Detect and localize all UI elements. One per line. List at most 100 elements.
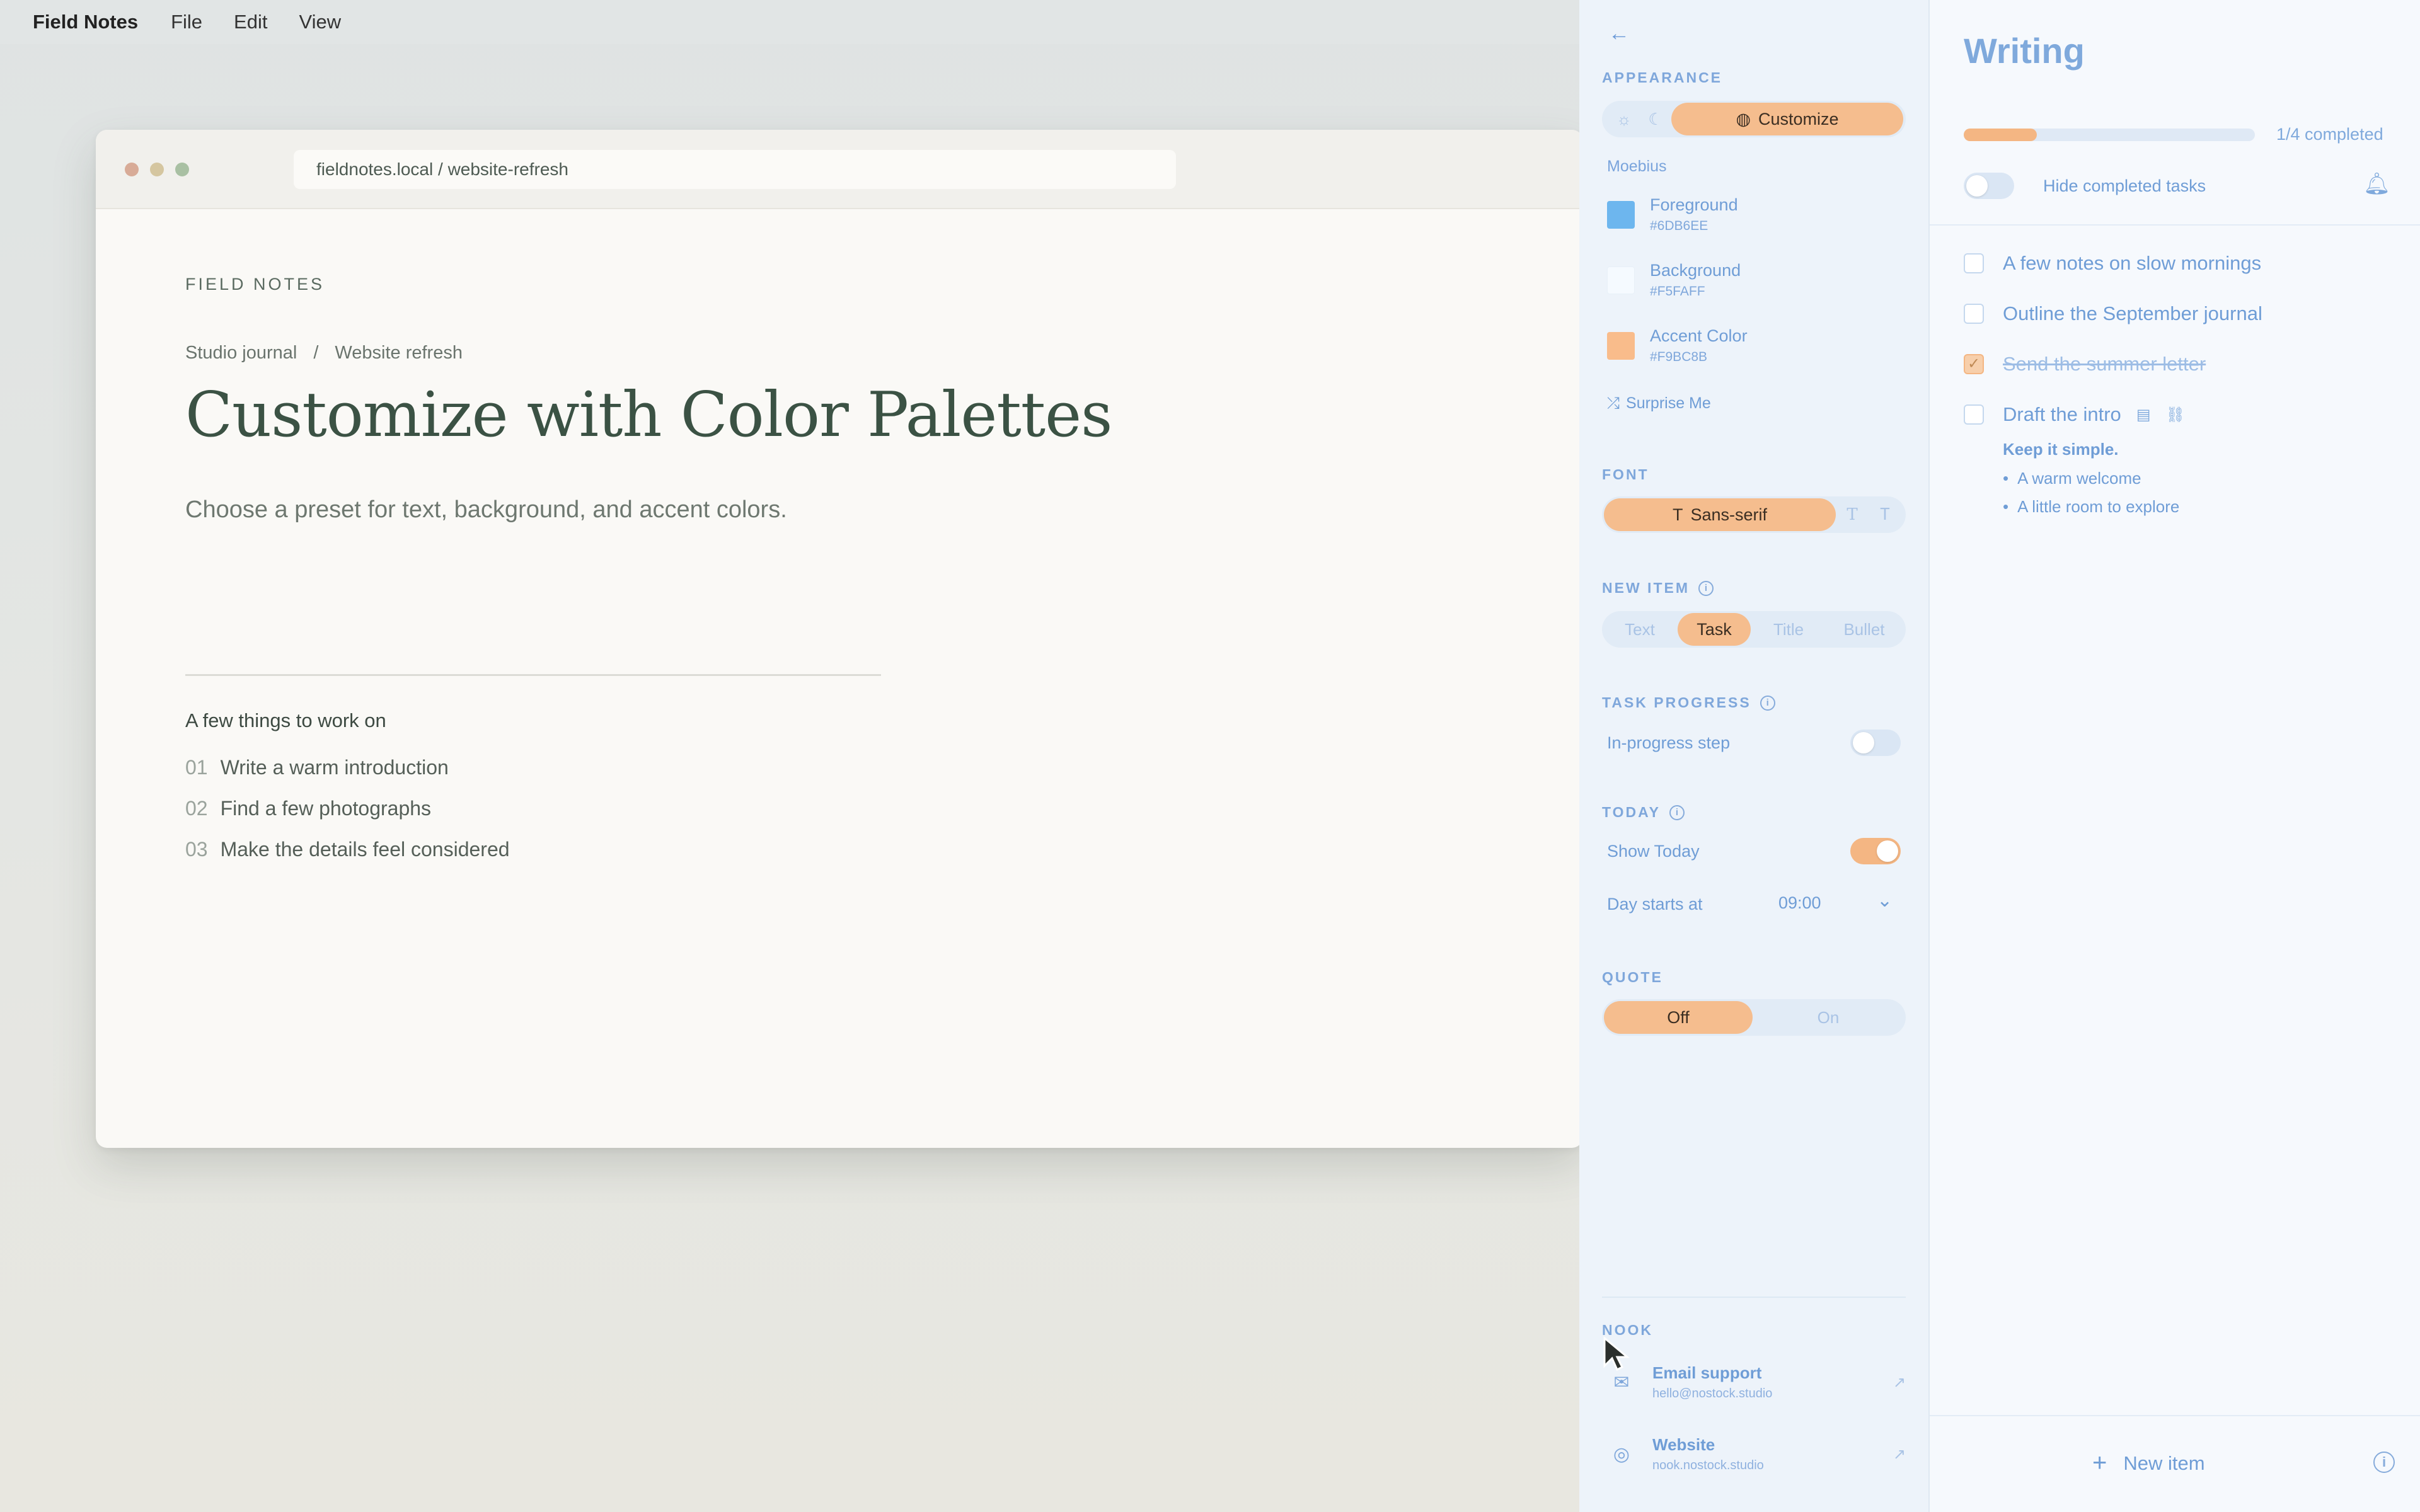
back-arrow-icon[interactable]: ← — [1608, 21, 1630, 46]
minimize-window-button[interactable] — [150, 163, 164, 176]
show-today-label: Show Today — [1607, 842, 1700, 861]
info-icon[interactable]: i — [2373, 1452, 2395, 1473]
task-progress-label: TASK PROGRESS i — [1602, 694, 1775, 711]
today-label: TODAY i — [1602, 804, 1685, 821]
view-menu[interactable]: View — [299, 11, 341, 33]
window-titlebar: fieldnotes.local / website-refresh — [96, 130, 1583, 209]
palette-name[interactable]: Moebius — [1607, 158, 1667, 176]
shuffle-icon: ⤮ — [1607, 394, 1620, 412]
website-link[interactable]: ◎ Website nook.nostock.studio ↗ — [1612, 1435, 1906, 1473]
file-menu[interactable]: File — [171, 11, 202, 33]
app-menu[interactable]: Field Notes — [33, 11, 138, 33]
content-divider — [185, 674, 881, 676]
edit-menu[interactable]: Edit — [234, 11, 267, 33]
hide-completed-toggle[interactable] — [1964, 173, 2014, 199]
writing-panel: Writing 1/4 completed Hide completed tas… — [1930, 0, 2420, 1512]
close-window-button[interactable] — [125, 163, 139, 176]
panel-divider — [1602, 1297, 1906, 1298]
quote-off-option[interactable]: Off — [1604, 1001, 1753, 1034]
quote-on-option[interactable]: On — [1753, 1008, 1904, 1028]
day-start-time-select[interactable]: 09:00 — [1778, 893, 1821, 913]
task-row[interactable]: ✓ Send the summer letter — [1964, 353, 2206, 375]
breadcrumb-studio-journal[interactable]: Studio journal — [185, 343, 297, 364]
task-row[interactable]: Draft the intro ▤ ⛓ — [1964, 403, 2185, 426]
new-item-button[interactable]: + New item — [2092, 1449, 2205, 1477]
appearance-segmented: ☼ ☾ ◍ Customize — [1602, 101, 1906, 137]
list-item: 02 Find a few photographs — [185, 797, 432, 820]
external-link-icon: ↗ — [1893, 1445, 1906, 1463]
foreground-swatch[interactable] — [1607, 200, 1635, 229]
writing-footer-divider — [1930, 1415, 2420, 1416]
chevron-down-icon[interactable]: ⌄ — [1877, 890, 1893, 912]
accent-swatch-row[interactable]: Accent Color #F9BC8B — [1607, 326, 1748, 365]
task-row[interactable]: Outline the September journal — [1964, 302, 2262, 325]
work-list: 01 Write a warm introduction 02 Find a few… — [185, 756, 510, 879]
info-icon[interactable]: i — [1669, 805, 1685, 820]
progress-fill — [1964, 129, 2037, 141]
plus-icon: + — [2092, 1449, 2107, 1477]
new-item-bullet-option[interactable]: Bullet — [1826, 620, 1902, 639]
light-mode-icon[interactable]: ☼ — [1602, 110, 1640, 129]
breadcrumb-separator: / — [313, 343, 319, 363]
page-title: Customize with Color Palettes — [185, 379, 1112, 451]
email-support-link[interactable]: ✉ Email support hello@nostock.studio ↗ — [1612, 1363, 1906, 1401]
sans-serif-font-button[interactable]: T Sans-serif — [1604, 498, 1836, 531]
appearance-label: APPEARANCE — [1602, 69, 1723, 86]
new-item-task-option[interactable]: Task — [1678, 613, 1751, 646]
quote-segmented: Off On — [1602, 999, 1906, 1036]
in-progress-step-label: In-progress step — [1607, 733, 1731, 752]
work-list-title: A few things to work on — [185, 709, 386, 731]
new-item-segmented: Text Task Title Bullet — [1602, 611, 1906, 648]
address-bar[interactable]: fieldnotes.local / website-refresh — [294, 150, 1176, 189]
task-checkbox[interactable] — [1964, 253, 1984, 273]
list-item: A warm welcome — [2003, 469, 2179, 497]
mouse-cursor-icon — [1603, 1336, 1630, 1372]
task-checkbox[interactable]: ✓ — [1964, 354, 1984, 374]
new-item-label: NEW ITEM i — [1602, 580, 1714, 597]
info-icon[interactable]: i — [1760, 695, 1775, 711]
list-item: 03 Make the details feel considered — [185, 838, 510, 861]
hide-completed-label: Hide completed tasks — [2043, 176, 2206, 195]
customize-button[interactable]: ◍ Customize — [1671, 103, 1903, 135]
palette-icon: ◍ — [1736, 109, 1751, 129]
day-starts-label: Day starts at — [1607, 895, 1703, 914]
traffic-lights — [125, 163, 189, 176]
site-eyebrow: FIELD NOTES — [185, 275, 325, 294]
settings-panel: ← APPEARANCE ☼ ☾ ◍ Customize Moebius For… — [1579, 0, 1930, 1512]
progress-text: 1/4 completed — [2276, 125, 2383, 144]
mono-font-icon[interactable]: T — [1869, 505, 1901, 524]
bell-icon[interactable]: 🔔︎ — [2363, 171, 2390, 197]
globe-icon: ◎ — [1613, 1443, 1630, 1465]
font-segmented: T Sans-serif T T — [1602, 496, 1906, 533]
note-icon[interactable]: ▤ — [2136, 406, 2151, 424]
task-checkbox[interactable] — [1964, 404, 1984, 425]
link-icon[interactable]: ⛓ — [2166, 406, 2185, 424]
task-checkbox[interactable] — [1964, 304, 1984, 324]
serif-font-icon[interactable]: T — [1836, 505, 1869, 524]
list-item: 01 Write a warm introduction — [185, 756, 449, 779]
mail-icon: ✉ — [1613, 1372, 1630, 1393]
quote-label: QUOTE — [1602, 969, 1663, 985]
info-icon[interactable]: i — [1698, 580, 1714, 596]
writing-divider — [1930, 224, 2420, 226]
new-item-text-option[interactable]: Text — [1602, 620, 1678, 639]
dark-mode-icon[interactable]: ☾ — [1640, 110, 1671, 129]
surprise-me-button[interactable]: ⤮ Surprise Me — [1607, 394, 1711, 413]
task-bullets: A warm welcome A little room to explore — [2003, 469, 2179, 525]
accent-swatch[interactable] — [1607, 331, 1635, 360]
external-link-icon: ↗ — [1893, 1373, 1906, 1391]
background-swatch-row[interactable]: Background #F5FAFF — [1607, 261, 1741, 299]
task-row[interactable]: A few notes on slow mornings — [1964, 252, 2261, 275]
background-swatch[interactable] — [1607, 266, 1635, 294]
breadcrumb-website-refresh[interactable]: Website refresh — [335, 343, 463, 364]
show-today-toggle[interactable] — [1850, 838, 1901, 864]
new-item-title-option[interactable]: Title — [1751, 620, 1826, 639]
writing-title: Writing — [1964, 31, 2085, 71]
task-note: Keep it simple. — [2003, 440, 2119, 459]
breadcrumb: Studio journal / Website refresh — [185, 343, 463, 364]
zoom-window-button[interactable] — [175, 163, 189, 176]
in-progress-step-toggle[interactable] — [1850, 730, 1901, 756]
list-item: A little room to explore — [2003, 497, 2179, 525]
browser-window: fieldnotes.local / website-refresh FIELD… — [96, 130, 1583, 1148]
foreground-swatch-row[interactable]: Foreground #6DB6EE — [1607, 195, 1738, 234]
